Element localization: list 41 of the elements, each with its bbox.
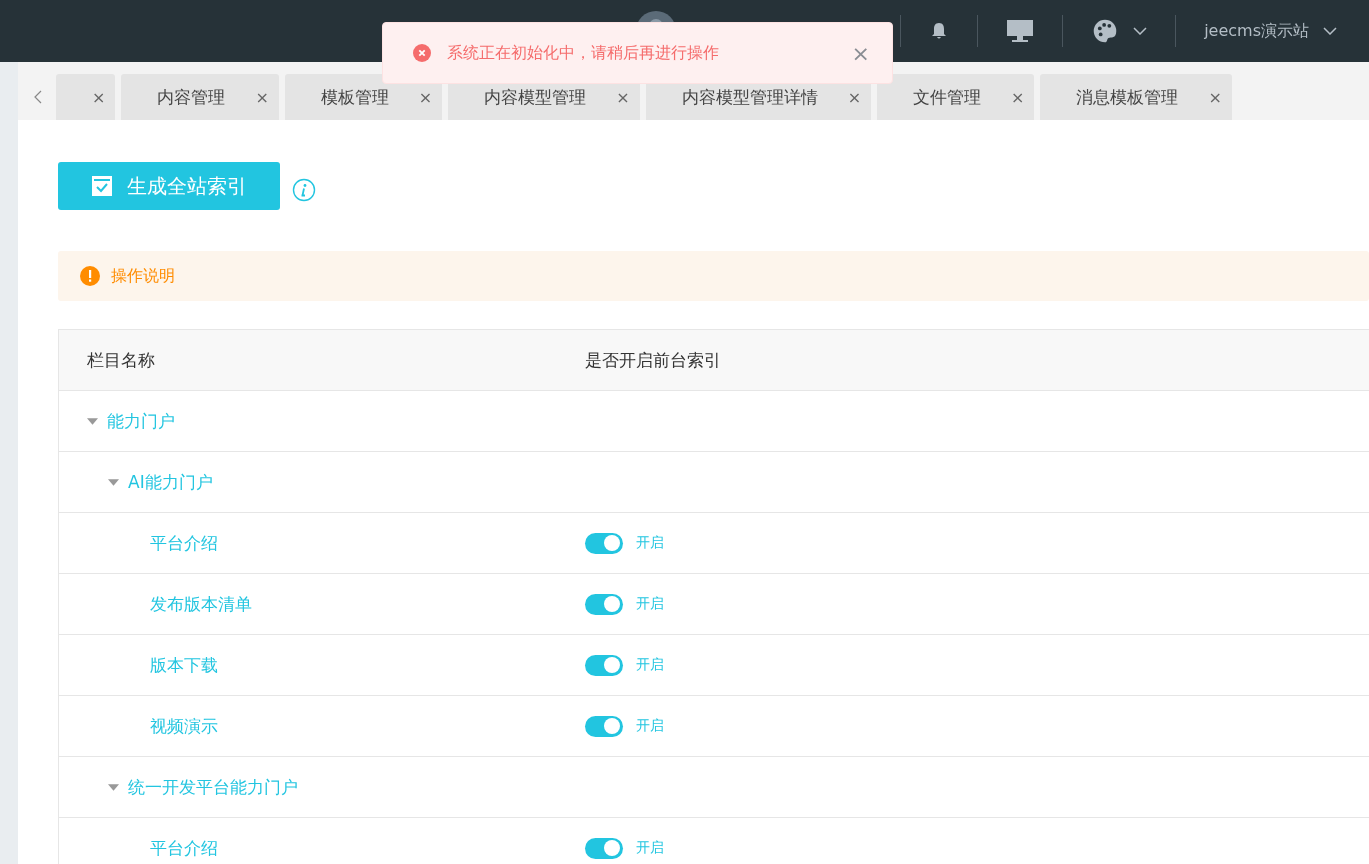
- info-icon[interactable]: [292, 178, 316, 202]
- chevron-down-icon[interactable]: [1133, 27, 1148, 35]
- column-header: 是否开启前台索引: [585, 348, 721, 372]
- category-name[interactable]: 统一开发平台能力门户: [128, 775, 298, 799]
- tab[interactable]: 内容管理 ×: [121, 74, 279, 120]
- caret-icon[interactable]: [87, 417, 98, 425]
- switch-label: 开启: [636, 595, 664, 613]
- caret-icon[interactable]: [108, 783, 119, 791]
- switch-label: 开启: [636, 534, 664, 552]
- notice-text: 操作说明: [111, 265, 175, 287]
- toggle-switch[interactable]: [585, 837, 623, 859]
- tab[interactable]: ×: [56, 74, 116, 120]
- switch-label: 开启: [636, 717, 664, 735]
- calendar-check-icon: [91, 175, 113, 197]
- category-name[interactable]: 平台介绍: [150, 531, 218, 555]
- category-name[interactable]: AI能力门户: [128, 470, 213, 494]
- category-name[interactable]: 版本下载: [150, 653, 218, 677]
- switch-label: 开启: [636, 656, 664, 674]
- category-name[interactable]: 平台介绍: [150, 836, 218, 860]
- switch-label: 开启: [636, 839, 664, 857]
- toggle-switch[interactable]: [585, 715, 623, 737]
- warning-icon: [80, 266, 100, 286]
- category-name[interactable]: 视频演示: [150, 714, 218, 738]
- generate-index-button[interactable]: 生成全站索引: [58, 162, 280, 210]
- category-name[interactable]: 发布版本清单: [150, 592, 252, 616]
- tab[interactable]: 模板管理 ×: [284, 74, 443, 120]
- toast-message: 系统正在初始化中，请稍后再进行操作: [447, 42, 720, 64]
- monitor-icon[interactable]: [1006, 18, 1035, 44]
- error-icon: [413, 44, 431, 62]
- toggle-switch[interactable]: [585, 593, 623, 615]
- column-header: 栏目名称: [86, 348, 156, 372]
- chevron-down-icon[interactable]: [1323, 27, 1337, 35]
- chevron-left-icon[interactable]: [34, 90, 42, 104]
- category-name[interactable]: 能力门户: [107, 409, 175, 433]
- toggle-switch[interactable]: [585, 532, 623, 554]
- tab[interactable]: 消息模板管理 ×: [1040, 74, 1232, 120]
- tab[interactable]: 文件管理 ×: [877, 74, 1035, 120]
- close-button[interactable]: ×: [851, 40, 870, 66]
- toggle-switch[interactable]: [585, 654, 623, 676]
- site-name[interactable]: jeecms演示站: [1204, 20, 1309, 42]
- caret-icon[interactable]: [108, 478, 119, 486]
